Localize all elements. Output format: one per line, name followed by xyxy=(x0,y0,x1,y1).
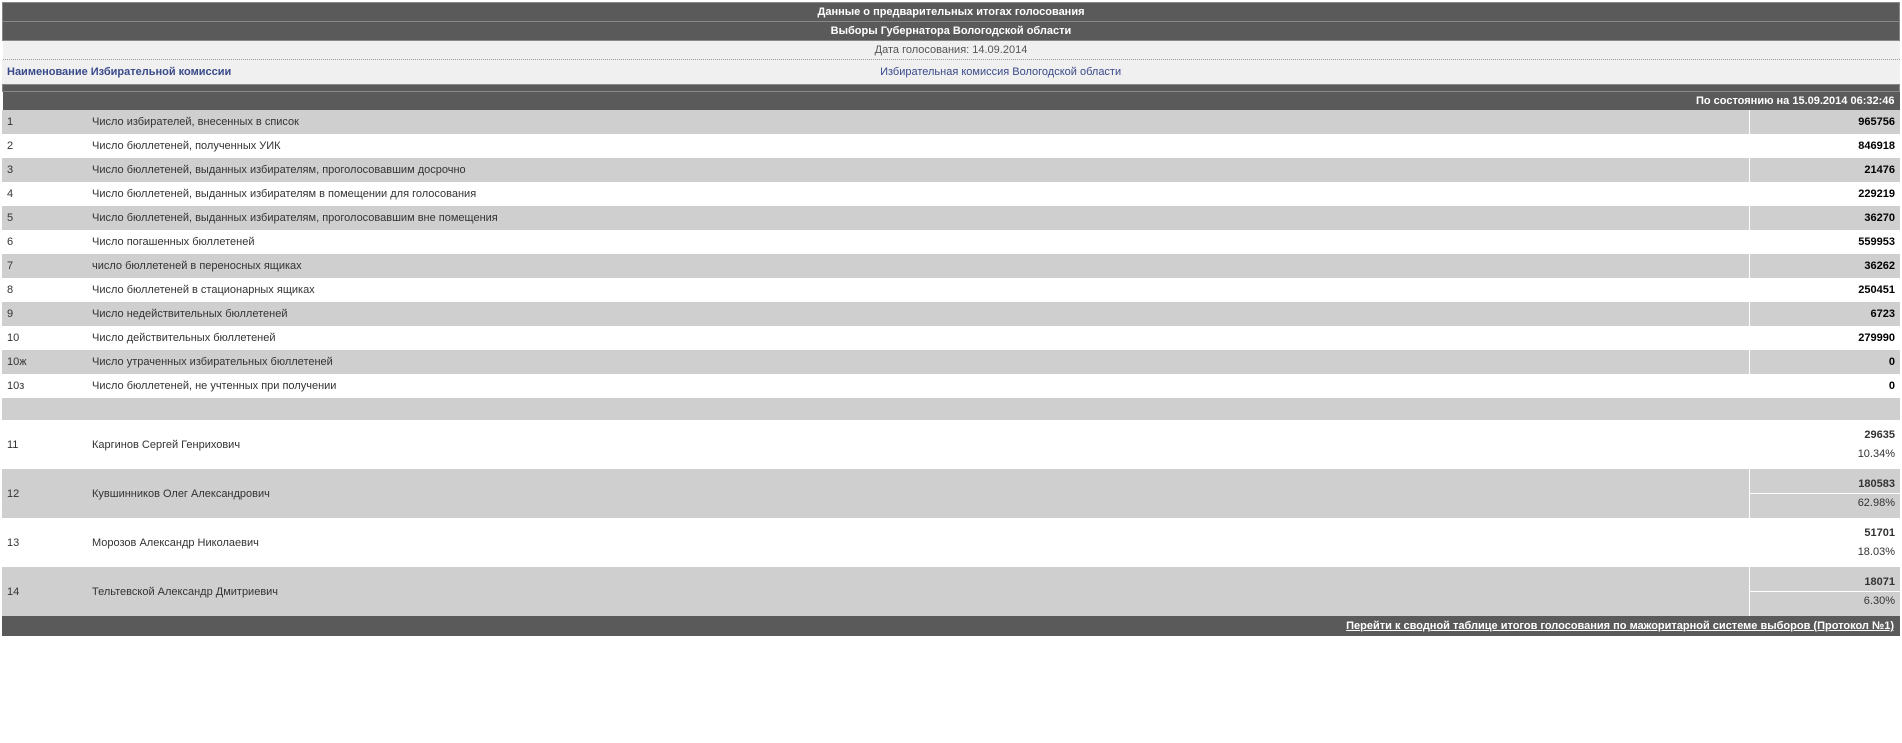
table-row: 6Число погашенных бюллетеней559953 xyxy=(2,230,1900,254)
row-value: 0 xyxy=(1750,350,1901,374)
row-label: Число бюллетеней, выданных избирателям, … xyxy=(87,206,1750,230)
status-timestamp: По состоянию на 15.09.2014 06:32:46 xyxy=(3,92,1900,111)
row-number: 10з xyxy=(2,374,87,398)
row-value: 36262 xyxy=(1750,254,1901,278)
divider-bar xyxy=(3,85,1900,92)
table-row: 5Число бюллетеней, выданных избирателям,… xyxy=(2,206,1900,230)
candidate-number: 13 xyxy=(2,518,87,567)
main-table: Данные о предварительных итогах голосова… xyxy=(2,2,1900,60)
row-label: Число действительных бюллетеней xyxy=(87,326,1750,350)
candidate-values: 18058362.98% xyxy=(1750,469,1901,518)
vote-date: Дата голосования: 14.09.2014 xyxy=(3,41,1900,60)
results-table: 1Число избирателей, внесенных в список96… xyxy=(2,110,1900,616)
candidate-percent: 62.98% xyxy=(1750,493,1900,512)
row-label: Число бюллетеней, не учтенных при получе… xyxy=(87,374,1750,398)
row-number: 7 xyxy=(2,254,87,278)
candidate-number: 11 xyxy=(2,420,87,469)
status-table: По состоянию на 15.09.2014 06:32:46 xyxy=(2,84,1900,110)
commission-table: Наименование Избирательной комиссии Изби… xyxy=(2,60,1900,84)
row-number: 10 xyxy=(2,326,87,350)
commission-value[interactable]: Избирательная комиссия Вологодской облас… xyxy=(875,60,1900,84)
row-number: 6 xyxy=(2,230,87,254)
header-title-2: Выборы Губернатора Вологодской области xyxy=(3,22,1900,41)
row-label: Число бюллетеней, полученных УИК xyxy=(87,134,1750,158)
candidate-number: 12 xyxy=(2,469,87,518)
candidate-values: 5170118.03% xyxy=(1750,518,1901,567)
candidate-row: 11Каргинов Сергей Генрихович2963510.34% xyxy=(2,420,1900,469)
candidate-values: 2963510.34% xyxy=(1750,420,1901,469)
candidate-row: 12Кувшинников Олег Александрович18058362… xyxy=(2,469,1900,518)
row-number: 5 xyxy=(2,206,87,230)
row-label: Число утраченных избирательных бюллетене… xyxy=(87,350,1750,374)
summary-table-link[interactable]: Перейти к сводной таблице итогов голосов… xyxy=(2,616,1900,636)
row-value: 229219 xyxy=(1750,182,1901,206)
row-label: Число недействительных бюллетеней xyxy=(87,302,1750,326)
table-row: 3Число бюллетеней, выданных избирателям,… xyxy=(2,158,1900,182)
row-value: 965756 xyxy=(1750,110,1901,134)
row-value: 250451 xyxy=(1750,278,1901,302)
candidate-row: 14Тельтевской Александр Дмитриевич180716… xyxy=(2,567,1900,616)
header-title-1: Данные о предварительных итогах голосова… xyxy=(3,3,1900,22)
row-value: 21476 xyxy=(1750,158,1901,182)
candidate-name: Кувшинников Олег Александрович xyxy=(87,469,1750,518)
candidate-number: 14 xyxy=(2,567,87,616)
footer-table: Перейти к сводной таблице итогов голосов… xyxy=(2,616,1900,636)
candidate-percent: 18.03% xyxy=(1750,542,1900,561)
candidate-name: Морозов Александр Николаевич xyxy=(87,518,1750,567)
row-value: 846918 xyxy=(1750,134,1901,158)
table-row: 4Число бюллетеней, выданных избирателям … xyxy=(2,182,1900,206)
row-value: 6723 xyxy=(1750,302,1901,326)
row-label: Число бюллетеней в стационарных ящиках xyxy=(87,278,1750,302)
row-number: 10ж xyxy=(2,350,87,374)
row-number: 2 xyxy=(2,134,87,158)
candidate-name: Каргинов Сергей Генрихович xyxy=(87,420,1750,469)
row-value: 559953 xyxy=(1750,230,1901,254)
table-row: 10Число действительных бюллетеней279990 xyxy=(2,326,1900,350)
row-number: 1 xyxy=(2,110,87,134)
table-row: 10зЧисло бюллетеней, не учтенных при пол… xyxy=(2,374,1900,398)
candidate-votes: 18071 xyxy=(1750,573,1900,591)
row-number: 3 xyxy=(2,158,87,182)
row-label: Число погашенных бюллетеней xyxy=(87,230,1750,254)
row-number: 4 xyxy=(2,182,87,206)
table-row: 7число бюллетеней в переносных ящиках362… xyxy=(2,254,1900,278)
separator-row xyxy=(2,398,1900,420)
table-row: 2Число бюллетеней, полученных УИК846918 xyxy=(2,134,1900,158)
row-value: 0 xyxy=(1750,374,1901,398)
commission-label: Наименование Избирательной комиссии xyxy=(2,60,875,84)
row-number: 9 xyxy=(2,302,87,326)
row-number: 8 xyxy=(2,278,87,302)
row-label: число бюллетеней в переносных ящиках xyxy=(87,254,1750,278)
candidate-percent: 6.30% xyxy=(1750,591,1900,610)
row-value: 36270 xyxy=(1750,206,1901,230)
candidate-row: 13Морозов Александр Николаевич5170118.03… xyxy=(2,518,1900,567)
candidate-name: Тельтевской Александр Дмитриевич xyxy=(87,567,1750,616)
table-row: 10жЧисло утраченных избирательных бюллет… xyxy=(2,350,1900,374)
candidate-values: 180716.30% xyxy=(1750,567,1901,616)
table-row: 1Число избирателей, внесенных в список96… xyxy=(2,110,1900,134)
candidate-votes: 29635 xyxy=(1750,426,1900,444)
row-label: Число избирателей, внесенных в список xyxy=(87,110,1750,134)
row-value: 279990 xyxy=(1750,326,1901,350)
row-label: Число бюллетеней, выданных избирателям, … xyxy=(87,158,1750,182)
table-row: 8Число бюллетеней в стационарных ящиках2… xyxy=(2,278,1900,302)
candidate-percent: 10.34% xyxy=(1750,444,1900,463)
row-label: Число бюллетеней, выданных избирателям в… xyxy=(87,182,1750,206)
candidate-votes: 51701 xyxy=(1750,524,1900,542)
candidate-votes: 180583 xyxy=(1750,475,1900,493)
table-row: 9Число недействительных бюллетеней6723 xyxy=(2,302,1900,326)
